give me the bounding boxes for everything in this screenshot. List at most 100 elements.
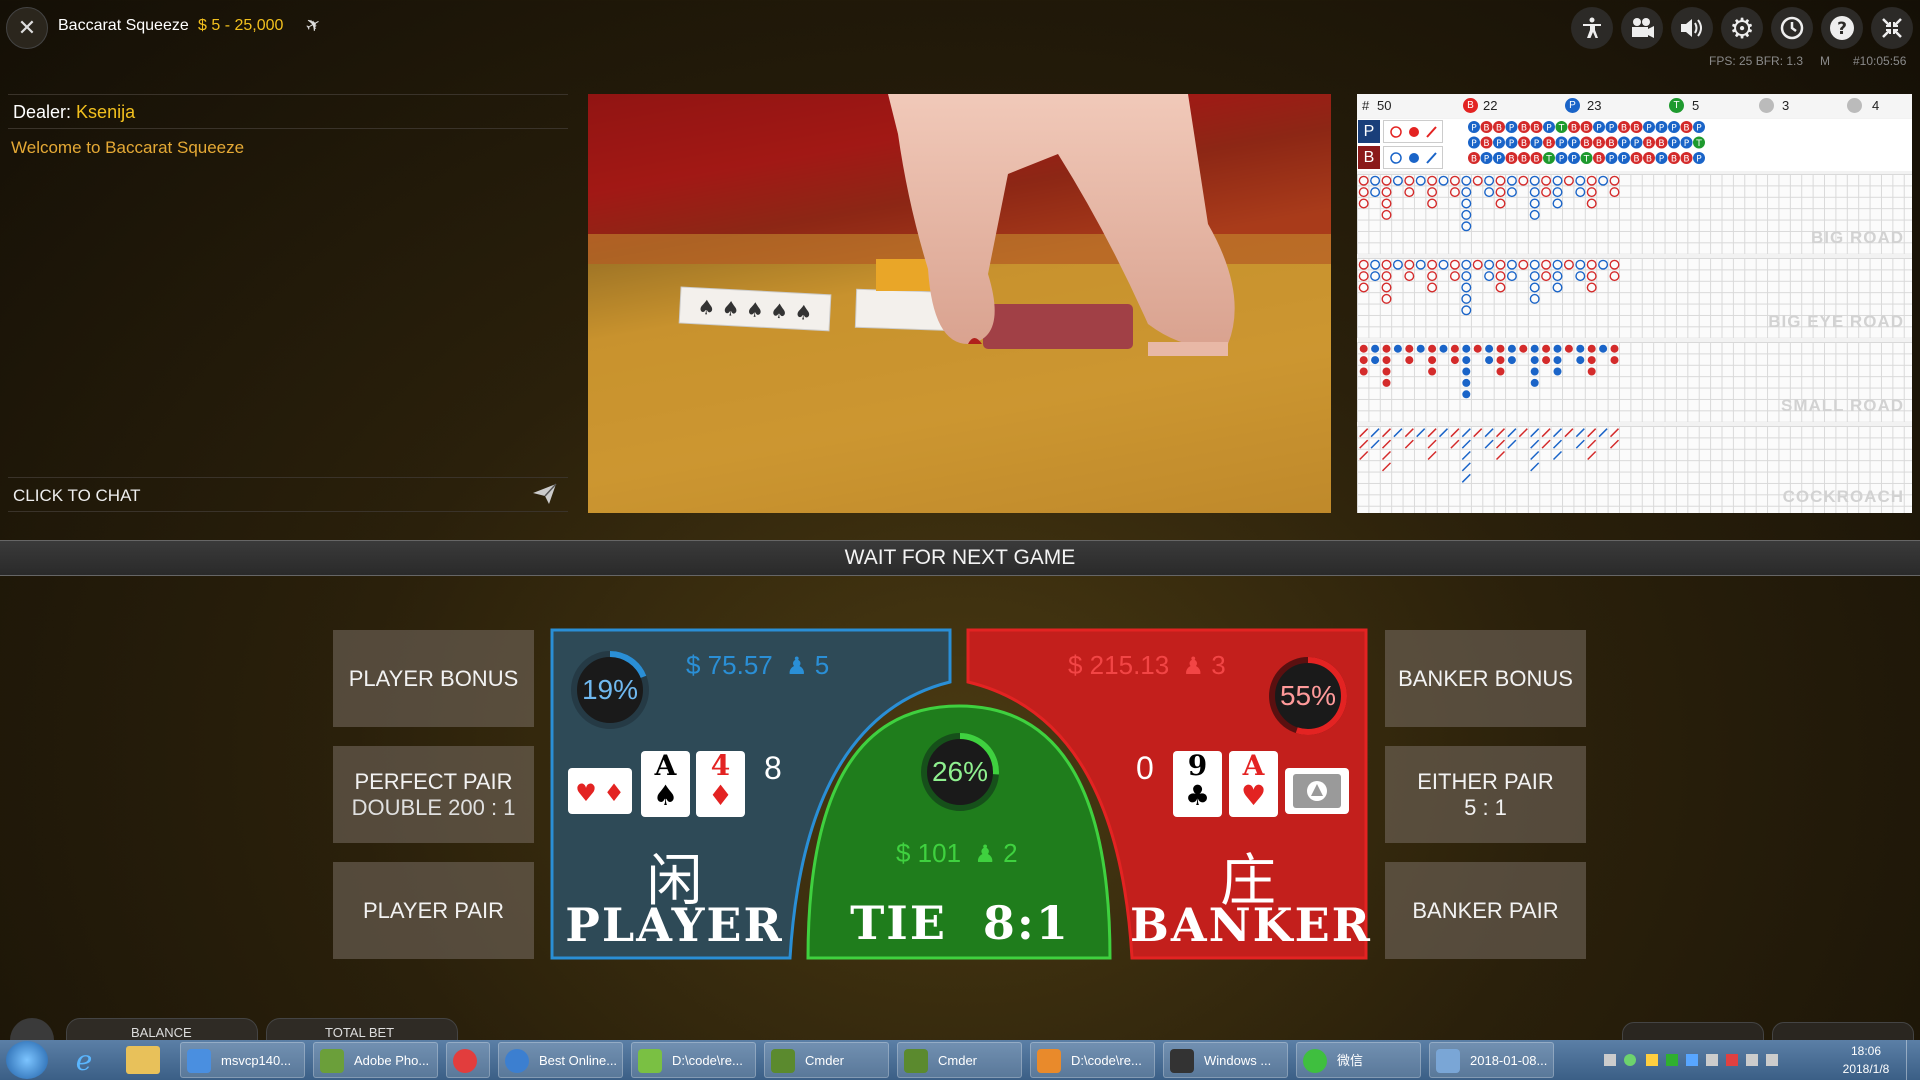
road-mark: [1598, 428, 1608, 438]
bead-mark: P: [1693, 152, 1705, 165]
history-icon[interactable]: [1771, 7, 1813, 49]
road-mark: [1404, 175, 1415, 186]
road-mark: [1529, 175, 1540, 186]
road-mark: [1427, 198, 1438, 209]
internet-explorer-icon[interactable]: ℯ: [66, 1044, 102, 1076]
taskbar-item[interactable]: D:\code\re...: [631, 1042, 756, 1078]
road-mark: [1370, 428, 1380, 438]
chat-input[interactable]: CLICK TO CHAT: [8, 478, 568, 510]
predict-player-button[interactable]: P: [1358, 120, 1380, 143]
user-icon: ♟: [1182, 653, 1204, 680]
svg-text:B: B: [1658, 139, 1664, 149]
taskbar-item[interactable]: Cmder: [897, 1042, 1022, 1078]
taskbar-item[interactable]: 2018-01-08...: [1429, 1042, 1554, 1078]
tie-bet-spot[interactable]: 26% $ 101 ♟ 2 TIE 8:1: [810, 708, 1110, 958]
top-bar: ✕ Baccarat Squeeze $ 5 - 25,000 ✈ ⚙ ? FP…: [0, 0, 1920, 90]
perfect-pair-label: PERFECT PAIR: [354, 768, 513, 794]
send-icon[interactable]: [532, 482, 558, 511]
player-bet-spot[interactable]: 19% $ 75.57 ♟ 5 ♥ ♦ A ♠ 4 ♦ 8 闲 PLAYER: [552, 630, 829, 958]
road-mark: [1495, 282, 1506, 293]
player-bonus-button[interactable]: PLAYER BONUS: [333, 630, 534, 727]
road-mark: [1461, 259, 1472, 270]
road-mark: [1438, 428, 1449, 438]
road-mark: [1370, 187, 1381, 198]
road-mark: [1461, 473, 1471, 483]
svg-text:B: B: [1546, 139, 1552, 149]
road-mark: [1462, 344, 1471, 353]
road-mark: [1462, 390, 1471, 399]
taskbar-item[interactable]: Adobe Pho...: [313, 1042, 438, 1078]
svg-text:T: T: [1545, 155, 1552, 165]
banker-bet-spot[interactable]: $ 215.13 ♟ 3 55% 0 9 ♣ A ♥ 庄 BANKER: [1068, 630, 1370, 958]
road-mark: [1541, 175, 1552, 186]
road-mark: [1428, 344, 1437, 353]
pin-icon[interactable]: ✈: [302, 13, 326, 39]
banker-pair-button[interactable]: BANKER PAIR: [1385, 862, 1586, 959]
road-mark: [1506, 175, 1517, 186]
road-mark: [1462, 356, 1471, 365]
bead-mark: P: [1468, 136, 1480, 149]
road-mark: [1575, 428, 1585, 438]
show-desktop-button[interactable]: [1906, 1040, 1920, 1080]
camera-icon[interactable]: [1621, 7, 1663, 49]
road-mark: [1599, 344, 1608, 353]
taskbar-item[interactable]: 微信: [1296, 1042, 1421, 1078]
road-mark: [1587, 344, 1596, 353]
road-mark: [1381, 209, 1392, 220]
bead-mark: B: [1580, 121, 1593, 134]
road-mark: [1358, 259, 1369, 270]
card-rank: A: [654, 749, 677, 782]
road-mark: [1370, 175, 1381, 186]
road-mark: [1438, 175, 1449, 186]
road-mark: [1552, 259, 1563, 270]
svg-text:P: P: [1534, 139, 1540, 149]
taskbar-item[interactable]: Windows ...: [1163, 1042, 1288, 1078]
bead-mark: B: [1593, 152, 1605, 165]
accessibility-icon[interactable]: [1571, 7, 1613, 49]
volume-icon[interactable]: [1671, 7, 1713, 49]
road-mark: [1427, 439, 1437, 449]
player-bet-info: $ 75.57 ♟ 5: [686, 650, 829, 681]
bead-mark: P: [1530, 136, 1543, 149]
player-pair-button[interactable]: PLAYER PAIR: [333, 862, 534, 959]
perfect-pair-button[interactable]: PERFECT PAIR DOUBLE 200 : 1: [333, 746, 534, 843]
svg-text:P: P: [1571, 155, 1577, 165]
help-icon[interactable]: ?: [1821, 7, 1863, 49]
taskbar-item[interactable]: msvcp140...: [180, 1042, 305, 1078]
bead-mark: P: [1630, 136, 1643, 149]
taskbar-item[interactable]: Cmder: [764, 1042, 889, 1078]
road-mark: [1506, 187, 1517, 198]
gear-icon[interactable]: ⚙: [1721, 7, 1763, 49]
road-mark: [1529, 271, 1540, 282]
road-mark: [1530, 367, 1539, 376]
player-label: PLAYER: [565, 898, 784, 952]
svg-text:P: P: [1546, 124, 1552, 134]
dealer-video-frame: ♠ ♠ ♠ ♠ ♠: [588, 94, 1331, 513]
tie-badge: T: [1669, 98, 1684, 113]
svg-text:B: B: [1646, 139, 1652, 149]
svg-text:P: P: [1571, 139, 1577, 149]
either-pair-button[interactable]: EITHER PAIR 5 : 1: [1385, 746, 1586, 843]
dealer-name: Ksenija: [76, 102, 136, 122]
svg-text:P: P: [1646, 124, 1652, 134]
bead-mark: B: [1630, 121, 1643, 134]
table-limits: $ 5 - 25,000: [198, 17, 284, 34]
road-mark: [1586, 271, 1597, 282]
card-rank: A: [1242, 749, 1265, 782]
taskbar-item[interactable]: D:\code\re...: [1030, 1042, 1155, 1078]
fullscreen-icon[interactable]: [1871, 7, 1913, 49]
svg-text:B: B: [1608, 139, 1614, 149]
banker-bonus-button[interactable]: BANKER BONUS: [1385, 630, 1586, 727]
predict-banker-button[interactable]: B: [1358, 146, 1380, 169]
road-mark: [1382, 356, 1391, 365]
road-mark: [1507, 344, 1516, 353]
close-icon[interactable]: ✕: [6, 7, 48, 49]
taskbar-item[interactable]: [446, 1042, 490, 1078]
tie-count: 5: [1692, 98, 1700, 113]
road-mark: [1576, 356, 1585, 365]
banker-badge: B: [1463, 98, 1478, 113]
folder-icon[interactable]: [126, 1046, 160, 1074]
taskbar-item[interactable]: Best Online...: [498, 1042, 623, 1078]
bead-mark: P: [1493, 152, 1505, 165]
start-icon[interactable]: [6, 1041, 48, 1079]
